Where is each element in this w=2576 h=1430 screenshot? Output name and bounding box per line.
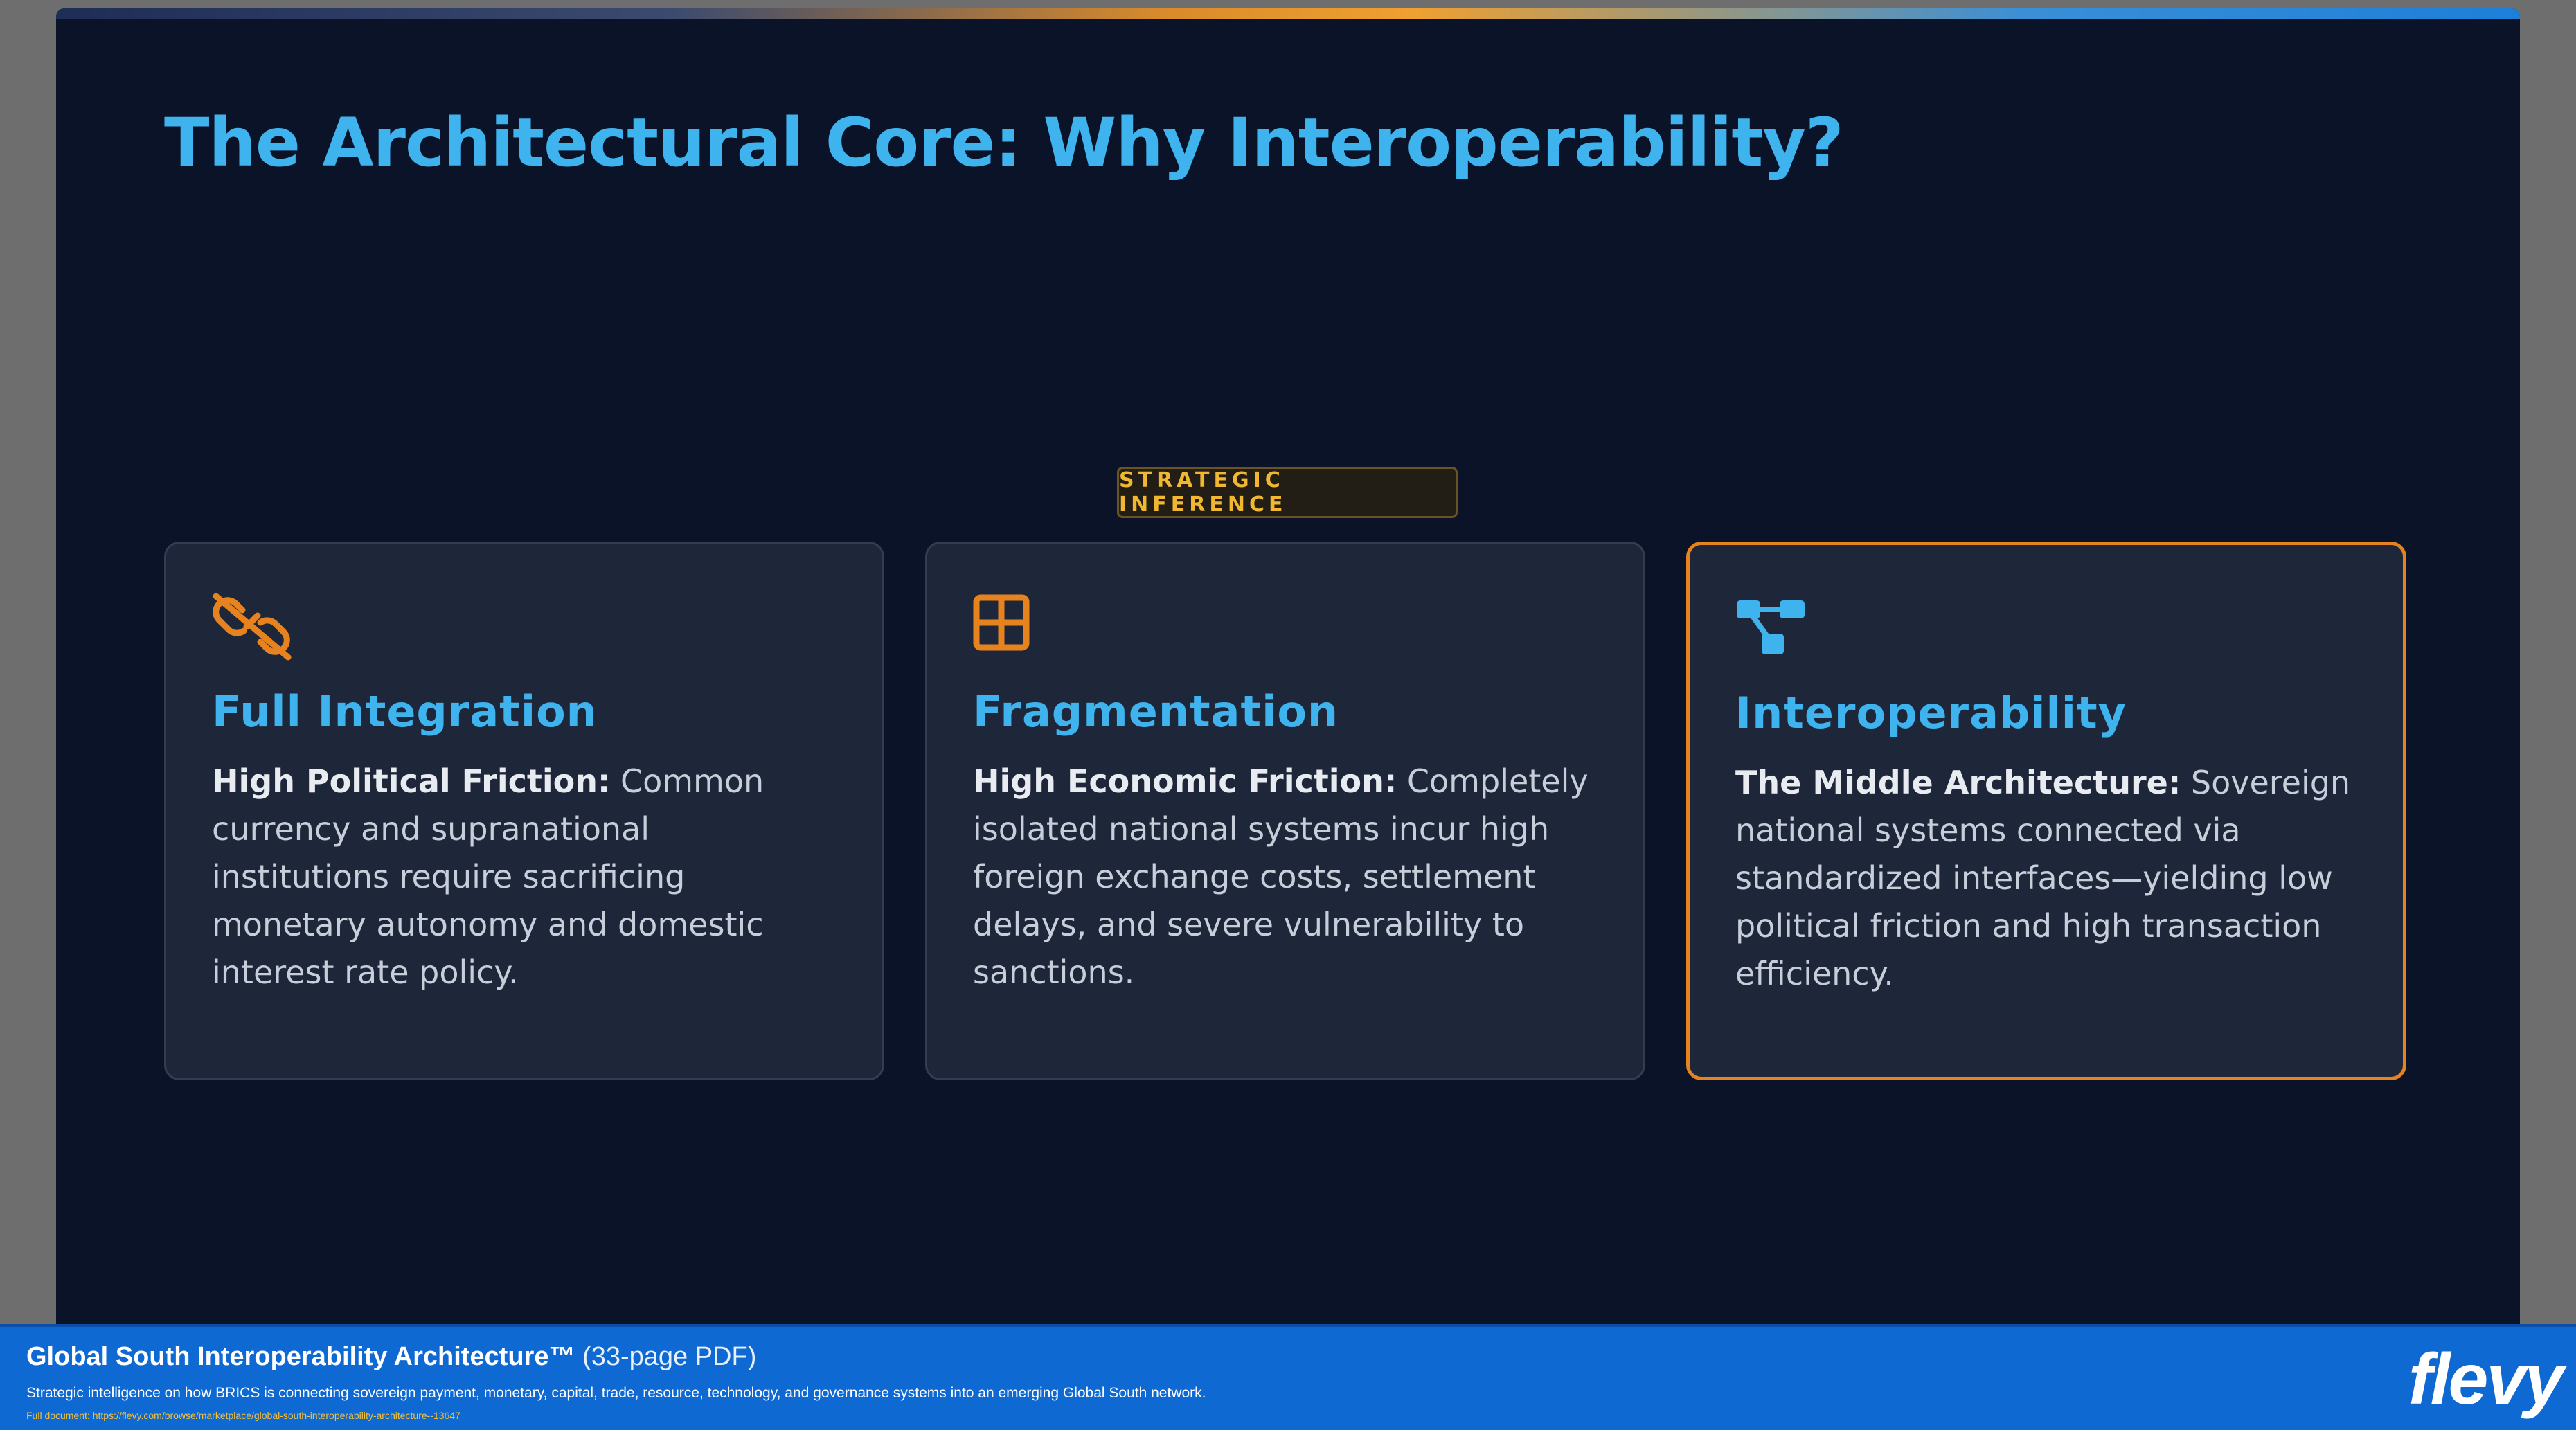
slide-title: The Architectural Core: Why Interoperabi… bbox=[164, 104, 1844, 181]
document-footer-banner: Global South Interoperability Architectu… bbox=[0, 1324, 2576, 1430]
unlink-icon bbox=[213, 593, 292, 661]
card-heading: Interoperability bbox=[1735, 688, 2127, 738]
flevy-logo[interactable]: flevy bbox=[2408, 1343, 2564, 1415]
footer-document-link[interactable]: Full document: https://flevy.com/browse/… bbox=[26, 1410, 460, 1421]
card-lead: The Middle Architecture: bbox=[1735, 764, 2181, 801]
grid-icon bbox=[973, 594, 1030, 651]
footer-description: Strategic intelligence on how BRICS is c… bbox=[26, 1385, 1206, 1401]
pdf-viewer: The Architectural Core: Why Interoperabi… bbox=[0, 0, 2576, 1430]
card-heading: Full Integration bbox=[212, 686, 598, 737]
card-body: High Political Friction: Common currency… bbox=[212, 758, 837, 996]
footer-page-count: (33-page PDF) bbox=[575, 1342, 757, 1371]
card-lead: High Political Friction: bbox=[212, 762, 611, 800]
footer-title-row: Global South Interoperability Architectu… bbox=[26, 1342, 756, 1372]
card-interoperability: Interoperability The Middle Architecture… bbox=[1686, 542, 2406, 1080]
card-lead: High Economic Friction: bbox=[973, 762, 1397, 800]
card-fragmentation: Fragmentation High Economic Friction: Co… bbox=[925, 542, 1645, 1080]
network-icon bbox=[1737, 600, 1805, 654]
slide-accent-bar bbox=[56, 8, 2520, 19]
card-full-integration: Full Integration High Political Friction… bbox=[164, 542, 884, 1080]
card-body: The Middle Architecture: Sovereign natio… bbox=[1735, 759, 2357, 998]
slide: The Architectural Core: Why Interoperabi… bbox=[56, 8, 2520, 1324]
card-body: High Economic Friction: Completely isola… bbox=[973, 758, 1598, 996]
card-heading: Fragmentation bbox=[973, 686, 1339, 737]
strategic-inference-badge: STRATEGIC INFERENCE bbox=[1117, 467, 1458, 518]
footer-title: Global South Interoperability Architectu… bbox=[26, 1342, 575, 1371]
